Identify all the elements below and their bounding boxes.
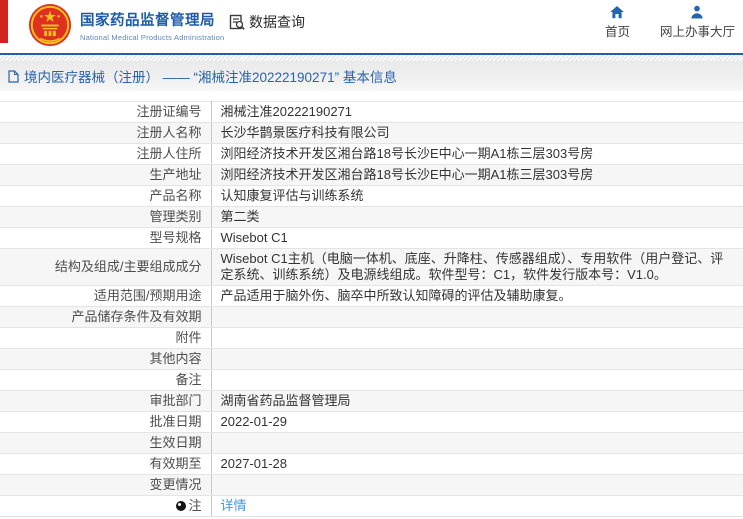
site-header: 国家药品监督管理局 National Medical Products Admi… [0,0,743,55]
row-label: 变更情况 [0,474,212,496]
table-row: 结构及组成/主要组成成分 Wisebot C1主机（电脑一体机、底座、升降柱、传感… [0,248,743,286]
user-icon [689,5,705,19]
data-query-icon [229,14,245,30]
row-value: 认知康复评估与训练系统 [211,185,743,207]
breadcrumb-text: 境内医疗器械（注册） —— “湘械注准20222190271” 基本信息 [24,70,397,85]
agency-name: 国家药品监督管理局 [80,13,215,29]
table-row: 其他内容 [0,348,743,370]
agency-title-block: 国家药品监督管理局 National Medical Products Admi… [80,9,224,42]
table-row: 有效期至 2027-01-28 [0,453,743,475]
row-value [211,474,743,496]
nav-home[interactable]: 首页 [605,5,630,40]
table-row: 型号规格 Wisebot C1 [0,227,743,249]
breadcrumb: 境内医疗器械（注册） —— “湘械注准20222190271” 基本信息 [0,61,743,91]
row-value: 第二类 [211,206,743,228]
row-label: 有效期至 [0,453,212,475]
table-row: 附件 [0,327,743,349]
row-label: 产品储存条件及有效期 [0,306,212,328]
table-row: 批准日期 2022-01-29 [0,411,743,433]
table-row: 适用范围/预期用途 产品适用于脑外伤、脑卒中所致认知障碍的评估及辅助康复。 [0,285,743,307]
table-row: 注册人名称 长沙华鹊景医疗科技有限公司 [0,122,743,144]
row-label: 管理类别 [0,206,212,228]
detail-link[interactable]: 详情 [221,498,247,513]
nav-service-hall-label: 网上办事大厅 [659,25,735,39]
table-row: 注册人住所 浏阳经济技术开发区湘台路18号长沙E中心一期A1栋三层303号房 [0,143,743,165]
row-value [211,432,743,454]
red-accent-strip [0,0,8,43]
row-value: Wisebot C1主机（电脑一体机、底座、升降柱、传感器组成）、专用软件（用户… [211,248,743,286]
row-label: 注册人名称 [0,122,212,144]
table-row: 审批部门 湖南省药品监督管理局 [0,390,743,412]
table-row: 生效日期 [0,432,743,454]
row-label: 其他内容 [0,348,212,370]
row-value: 湖南省药品监督管理局 [211,390,743,412]
row-value [211,327,743,349]
row-label: 型号规格 [0,227,212,249]
row-label: 结构及组成/主要组成成分 [0,248,212,286]
table-row: 产品名称 认知康复评估与训练系统 [0,185,743,207]
row-label: 适用范围/预期用途 [0,285,212,307]
row-value: 湘械注准20222190271 [211,101,743,123]
row-value: 2027-01-28 [211,453,743,475]
table-row: 备注 [0,369,743,391]
agency-name-en: National Medical Products Administration [80,33,225,42]
nav-home-label: 首页 [604,25,630,39]
page: 国家药品监督管理局 National Medical Products Admi… [0,0,743,517]
row-value: 浏阳经济技术开发区湘台路18号长沙E中心一期A1栋三层303号房 [211,143,743,165]
row-value: 2022-01-29 [211,411,743,433]
row-label: 批准日期 [0,411,212,433]
national-emblem-logo [27,2,73,50]
data-query-label: 数据查询 [249,14,305,30]
row-label: 备注 [0,369,212,391]
top-nav: 首页 网上办事大厅 [605,5,735,40]
row-label: 生产地址 [0,164,212,186]
row-label: 生效日期 [0,432,212,454]
row-label: 注册人住所 [0,143,212,165]
table-row: 生产地址 浏阳经济技术开发区湘台路18号长沙E中心一期A1栋三层303号房 [0,164,743,186]
table-row: 变更情况 [0,474,743,496]
home-icon [609,5,625,19]
row-value [211,306,743,328]
row-label: 注册证编号 [0,101,212,123]
table-row: 注详情 [0,495,743,517]
row-value: 长沙华鹊景医疗科技有限公司 [211,122,743,144]
note-icon [176,501,187,511]
table-row: 产品储存条件及有效期 [0,306,743,328]
data-query-section[interactable]: 数据查询 [229,12,305,32]
row-label: 注 [0,495,212,517]
row-value: 浏阳经济技术开发区湘台路18号长沙E中心一期A1栋三层303号房 [211,164,743,186]
table-row: 注册证编号 湘械注准20222190271 [0,101,743,123]
row-value: 详情 [211,495,743,517]
nav-service-hall[interactable]: 网上办事大厅 [660,5,735,40]
table-row: 管理类别 第二类 [0,206,743,228]
row-value [211,369,743,391]
row-value: Wisebot C1 [211,227,743,249]
document-icon [8,69,19,83]
row-value [211,348,743,370]
row-label: 审批部门 [0,390,212,412]
row-label: 附件 [0,327,212,349]
row-label: 产品名称 [0,185,212,207]
row-value: 产品适用于脑外伤、脑卒中所致认知障碍的评估及辅助康复。 [211,285,743,307]
registration-info-table: 注册证编号 湘械注准20222190271 注册人名称 长沙华鹊景医疗科技有限公司 注册… [0,101,743,517]
registration-info-table-body: 注册证编号 湘械注准20222190271 注册人名称 长沙华鹊景医疗科技有限公司 注册… [0,101,743,517]
